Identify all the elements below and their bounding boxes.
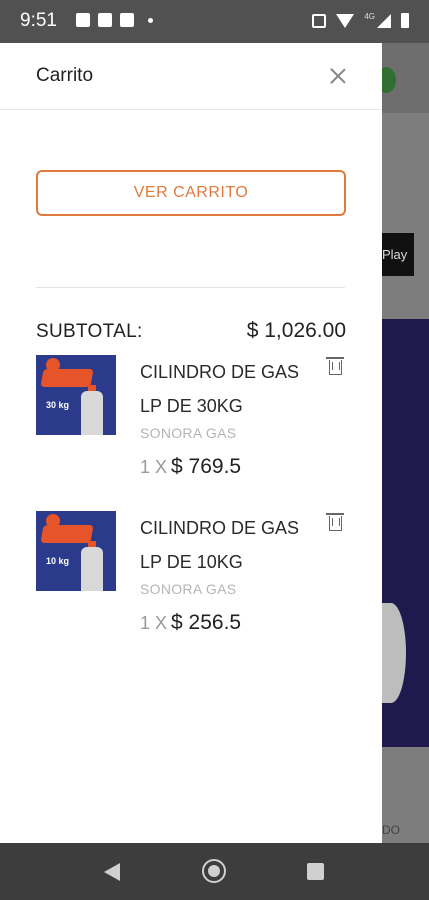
network-type-label: 4G [364, 12, 375, 21]
cart-item: 10 kg CILINDRO DE GAS LP DE 10KG SONORA … [36, 511, 346, 651]
trash-icon[interactable] [326, 513, 344, 531]
view-cart-button[interactable]: VER CARRITO [36, 170, 346, 216]
thumb-weight-label: 30 kg [46, 400, 70, 410]
home-icon[interactable] [202, 859, 226, 883]
product-thumbnail[interactable]: 10 kg [36, 511, 116, 591]
product-quantity: 1 X [140, 457, 168, 477]
cylinder-image [81, 391, 103, 435]
system-nav-bar [0, 843, 429, 900]
close-icon[interactable] [329, 67, 347, 85]
drawer-title: Carrito [36, 65, 94, 86]
status-time: 9:51 [20, 10, 57, 31]
notification-icons [76, 13, 153, 27]
product-quantity: 1 X [140, 613, 168, 633]
product-brand: SONORA GAS [140, 581, 237, 597]
divider [36, 287, 345, 288]
product-price: $ 769.5 [171, 455, 242, 478]
trash-icon[interactable] [326, 357, 344, 375]
more-notifications-icon [148, 18, 153, 23]
signal-icon [377, 13, 391, 28]
background-text: DO [382, 823, 400, 837]
thumb-weight-label: 10 kg [46, 556, 70, 566]
battery-icon [401, 13, 409, 28]
status-bar: 9:51 4G [0, 0, 429, 43]
recents-icon[interactable] [307, 863, 324, 880]
news-icon [76, 13, 90, 27]
cart-drawer: Carrito VER CARRITO SUBTOTAL: $ 1,026.00… [0, 43, 382, 843]
system-icons: 4G [312, 12, 409, 28]
drawer-header: Carrito [0, 43, 382, 110]
brand-logo [40, 369, 94, 387]
shield-icon [120, 13, 134, 27]
background-play-badge: Play [382, 233, 414, 276]
product-brand: SONORA GAS [140, 425, 237, 441]
product-quantity-price: 1 X $ 256.5 [140, 611, 241, 635]
vibrate-icon [312, 13, 327, 28]
cart-item: 30 kg CILINDRO DE GAS LP DE 30KG SONORA … [36, 355, 346, 495]
product-quantity-price: 1 X $ 769.5 [140, 455, 241, 479]
subtotal-label: SUBTOTAL: [36, 321, 143, 342]
product-thumbnail[interactable]: 30 kg [36, 355, 116, 435]
brand-logo [40, 525, 94, 543]
twitter-icon [98, 13, 112, 27]
back-icon[interactable] [104, 863, 120, 881]
wifi-icon [336, 13, 355, 28]
subtotal-value: $ 1,026.00 [246, 319, 346, 342]
product-price: $ 256.5 [171, 611, 242, 634]
product-name[interactable]: CILINDRO DE GAS LP DE 30KG [140, 355, 320, 423]
cylinder-image [81, 547, 103, 591]
product-name[interactable]: CILINDRO DE GAS LP DE 10KG [140, 511, 320, 579]
